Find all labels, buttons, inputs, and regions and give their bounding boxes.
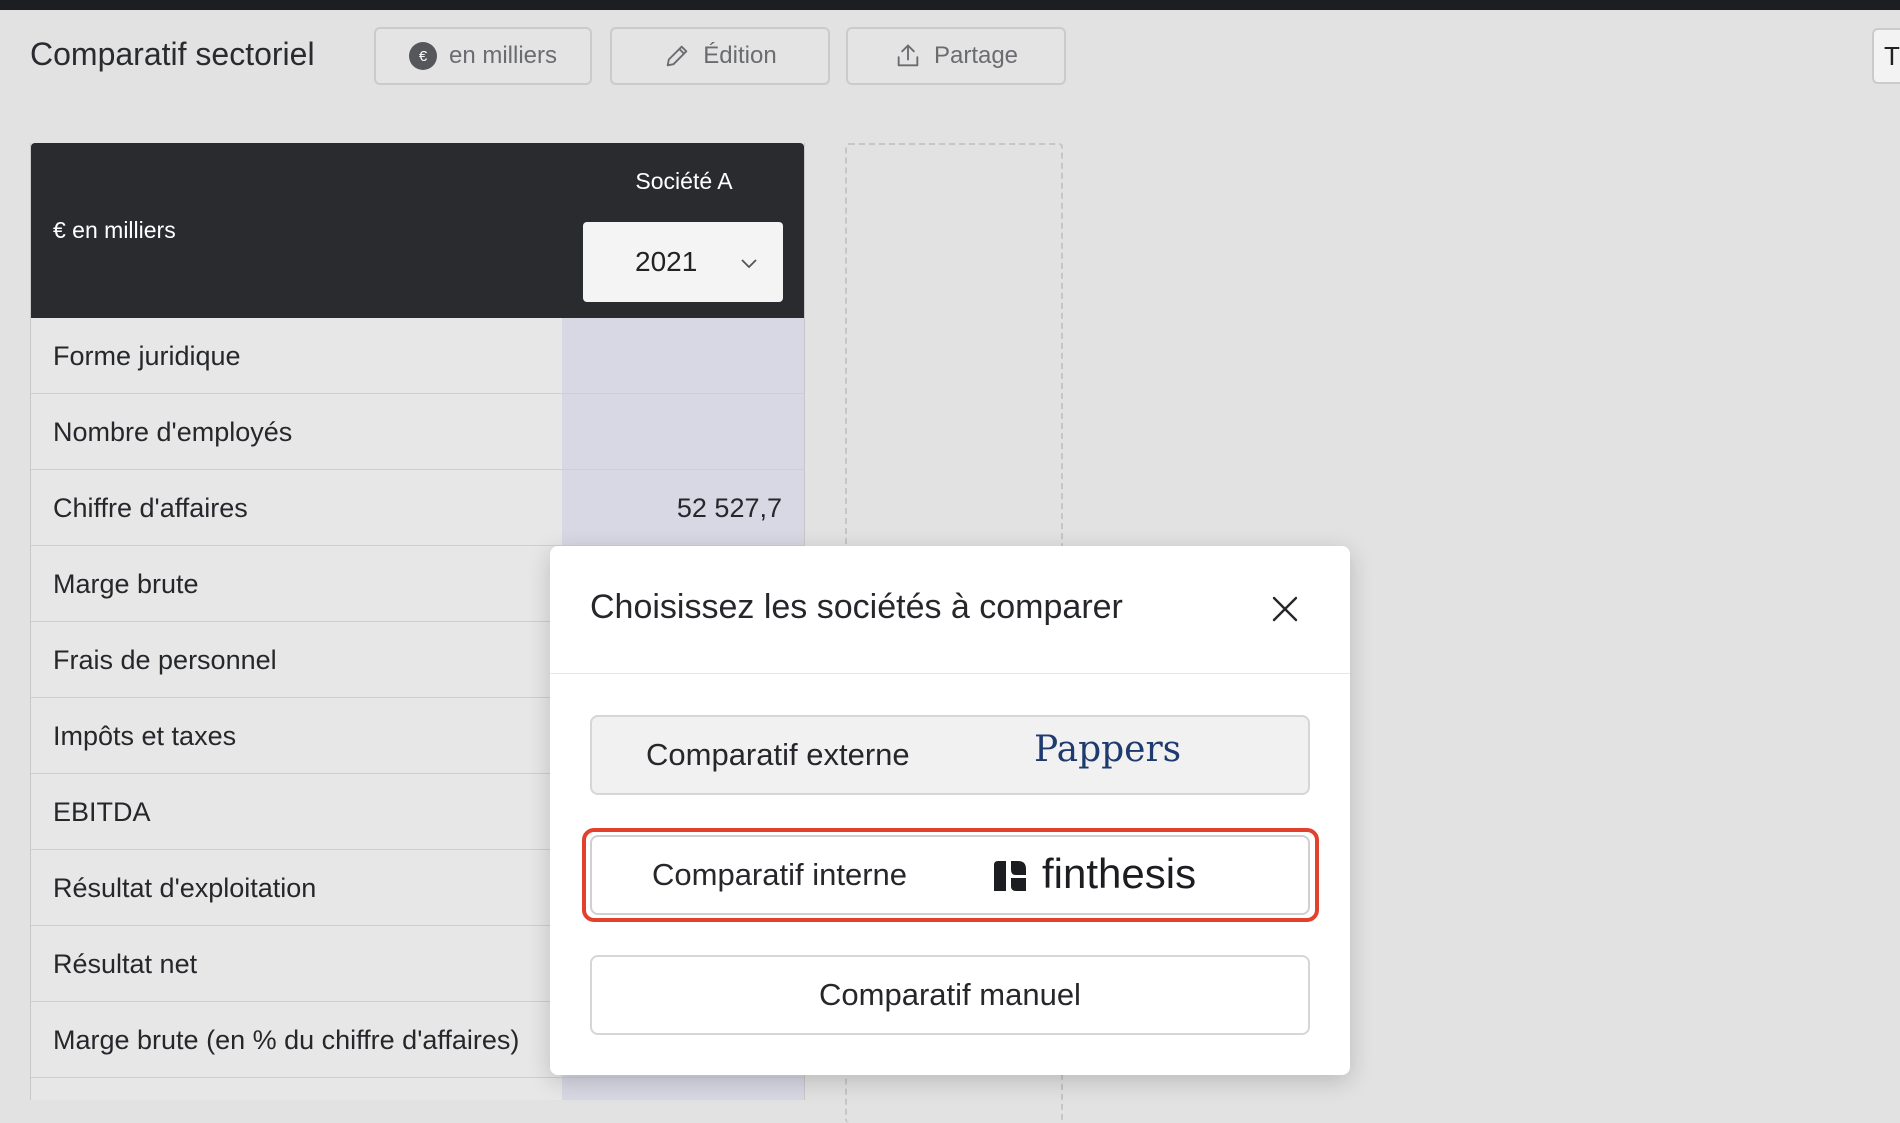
option-label: Comparatif manuel — [819, 977, 1081, 1012]
row-label: Nombre d'employés — [53, 417, 293, 447]
option-label: Comparatif externe — [646, 737, 910, 772]
chevron-down-icon — [741, 259, 757, 269]
row-label: Forme juridique — [53, 341, 241, 371]
row-label: Résultat net — [53, 949, 198, 979]
table-row: Forme juridique — [31, 318, 804, 394]
option-label: Comparatif interne — [652, 857, 908, 892]
row-value[interactable]: 52 527,7 — [562, 470, 804, 545]
modal-divider — [550, 673, 1350, 674]
compare-modal: Choisissez les sociétés à comparer Compa… — [550, 546, 1350, 1075]
close-icon[interactable] — [1270, 594, 1300, 624]
row-value[interactable] — [562, 318, 804, 393]
unit-button-label: en milliers — [448, 42, 558, 69]
year-select[interactable]: 2021 — [583, 222, 783, 302]
share-icon — [897, 44, 919, 67]
modal-title: Choisissez les sociétés à comparer — [590, 588, 1123, 626]
row-label: Résultat d'exploitation — [53, 873, 317, 903]
manual-comparison-option[interactable]: Comparatif manuel — [590, 955, 1310, 1035]
row-label: Marge brute — [53, 569, 199, 599]
euro-icon: € — [408, 42, 437, 70]
row-label: Chiffre d'affaires — [53, 493, 248, 523]
row-label: Marge brute (en % du chiffre d'affaires) — [53, 1025, 520, 1055]
external-comparison-option[interactable]: Comparatif externe Pappers — [590, 715, 1310, 795]
row-label: Impôts et taxes — [53, 721, 237, 751]
row-value[interactable] — [562, 394, 804, 469]
pappers-logo: Pappers — [1034, 729, 1182, 770]
row-label: Frais de personnel — [53, 645, 277, 675]
share-button[interactable]: Partage — [846, 27, 1066, 85]
table-row: Chiffre d'affaires 52 527,7 — [31, 470, 804, 546]
row-value[interactable] — [562, 1078, 804, 1100]
company-name: Société A — [635, 168, 733, 194]
row-label: EBITDA — [53, 797, 151, 827]
unit-label: € en milliers — [53, 217, 176, 243]
unit-button[interactable]: € en milliers — [374, 27, 592, 85]
table-row — [31, 1078, 804, 1100]
table-row: Nombre d'employés — [31, 394, 804, 470]
table-header: € en milliers Société A 2021 — [31, 143, 804, 318]
pencil-icon — [667, 45, 688, 67]
share-button-label: Partage — [933, 42, 1019, 69]
edge-button[interactable]: T — [1872, 28, 1900, 84]
year-value: 2021 — [635, 246, 698, 277]
finthesis-wordmark: finthesis — [1042, 850, 1197, 897]
edit-button-label: Édition — [703, 42, 777, 69]
internal-comparison-option[interactable]: Comparatif interne finthesis — [590, 835, 1310, 915]
finthesis-logo-icon — [994, 861, 1026, 891]
page-title: Comparatif sectoriel — [30, 36, 315, 72]
edit-button[interactable]: Édition — [610, 27, 830, 85]
window-top-bar — [0, 0, 1900, 10]
